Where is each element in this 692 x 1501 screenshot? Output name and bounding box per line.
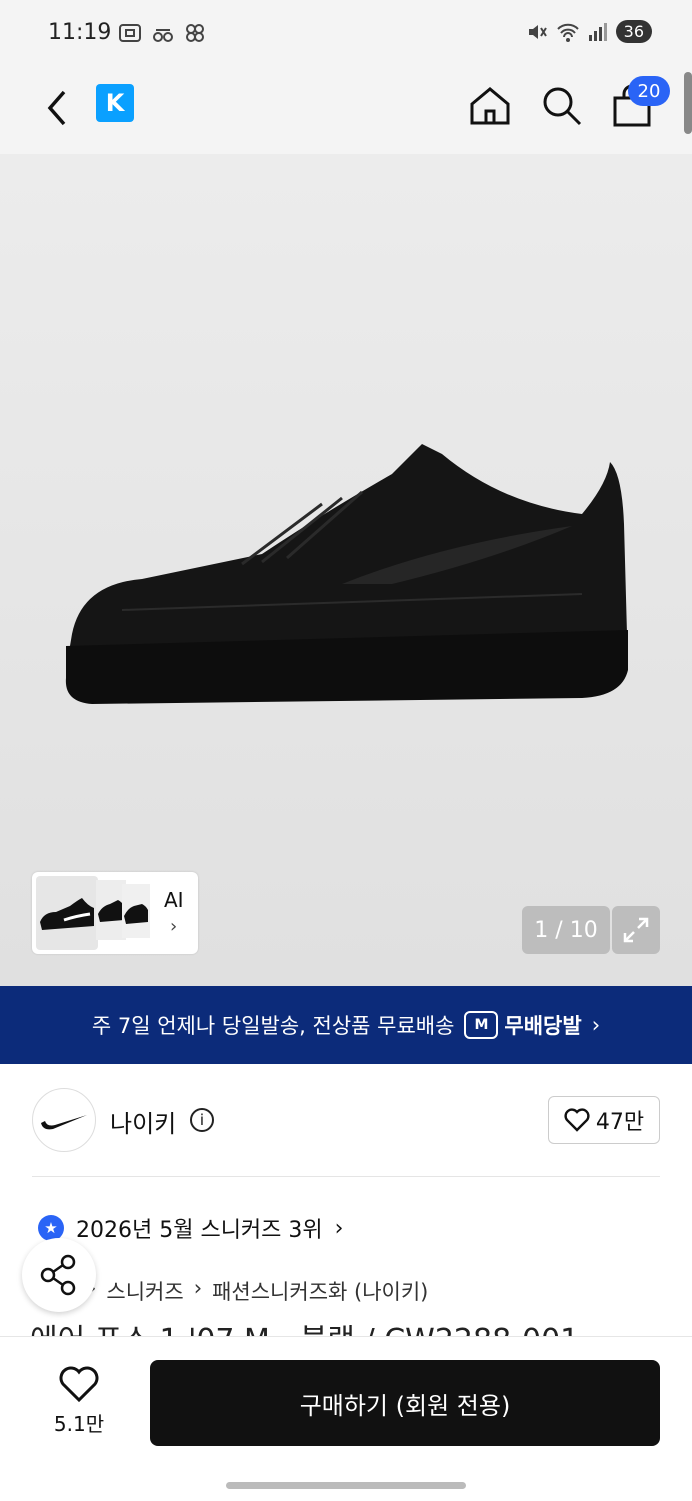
breadcrumb-separator: ›: [193, 1276, 203, 1300]
heart-icon: [564, 1108, 590, 1132]
promo-badge-text: 무배당발: [504, 1014, 582, 1038]
accessibility-icon: [153, 29, 173, 42]
pinwheel-icon: [186, 24, 204, 42]
expand-icon: [623, 917, 649, 943]
breadcrumb-fashion-sneakers[interactable]: 패션스니커즈화 (나이키): [212, 1276, 428, 1306]
breadcrumb: › 스니커즈 › 패션스니커즈화 (나이키): [88, 1276, 428, 1306]
product-image-gallery[interactable]: AI › 1 / 10: [0, 154, 692, 986]
thumbnail-3[interactable]: [122, 884, 150, 938]
status-notification-icons: [118, 22, 206, 44]
product-title: 에어 포스 1 '07 M - 블랙 / CW2288-001: [30, 1324, 650, 1336]
nike-swoosh-icon: [41, 1115, 87, 1130]
wishlist-count: 5.1만: [53, 1412, 105, 1436]
brand-row: 나이키 i 47만: [32, 1088, 660, 1152]
home-button[interactable]: [468, 84, 512, 128]
shipping-promo-banner[interactable]: 주 7일 언제나 당일발송, 전상품 무료배송 M 무배당발 ›: [0, 986, 692, 1064]
image-counter: 1 / 10: [522, 906, 610, 954]
search-icon: [543, 87, 582, 126]
brand-logo[interactable]: [32, 1088, 96, 1152]
ranking-text: 2026년 5월 스니커즈 3위: [76, 1218, 323, 1243]
battery-indicator: 36: [615, 20, 652, 43]
brand-name[interactable]: 나이키: [110, 1104, 176, 1139]
brand-like-count: 47만: [595, 1110, 645, 1135]
home-icon: [470, 87, 510, 125]
thumbnail-shoe-image-3: [124, 904, 148, 924]
heart-icon: [59, 1366, 99, 1403]
info-icon[interactable]: i: [190, 1108, 214, 1132]
screenshot-icon: [119, 24, 141, 42]
status-system-icons: 36: [526, 20, 652, 43]
back-button[interactable]: [40, 86, 74, 130]
mute-icon: [528, 24, 547, 39]
breadcrumb-sneakers[interactable]: 스니커즈: [106, 1276, 183, 1306]
buy-button[interactable]: 구매하기 (회원 전용): [150, 1360, 660, 1446]
thumbnail-strip[interactable]: AI ›: [32, 872, 198, 954]
divider: [32, 1176, 660, 1177]
status-bar: 11:19 36: [0, 0, 692, 64]
brand-like-button[interactable]: 47만: [548, 1096, 660, 1144]
product-shoe-image: [65, 444, 628, 704]
chevron-left-icon: [47, 90, 66, 126]
share-icon: [40, 1254, 76, 1296]
ai-label: AI: [164, 888, 184, 912]
search-button[interactable]: [540, 84, 584, 128]
top-navigation: K 20: [0, 64, 692, 154]
thumbnail-main[interactable]: [36, 876, 98, 950]
delivery-truck-icon: M: [464, 1011, 499, 1039]
cart-count-badge: 20: [628, 76, 670, 106]
home-indicator[interactable]: [226, 1482, 466, 1489]
share-button[interactable]: [22, 1238, 96, 1312]
status-time: 11:19: [48, 20, 112, 45]
expand-button[interactable]: [612, 906, 660, 954]
chevron-right-icon: ›: [591, 1013, 601, 1037]
signal-icon: [588, 22, 607, 41]
promo-badge: M 무배당발: [464, 1010, 582, 1040]
thumbnail-shoe-image: [40, 898, 94, 930]
scrollbar[interactable]: [684, 72, 692, 134]
chevron-right-icon: ›: [170, 916, 178, 937]
promo-text: 주 7일 언제나 당일발송, 전상품 무료배송: [91, 1014, 455, 1038]
app-logo[interactable]: K: [96, 84, 134, 122]
wifi-icon: [556, 23, 579, 42]
wishlist-button[interactable]: [58, 1364, 100, 1404]
chevron-right-icon: ›: [334, 1215, 344, 1241]
